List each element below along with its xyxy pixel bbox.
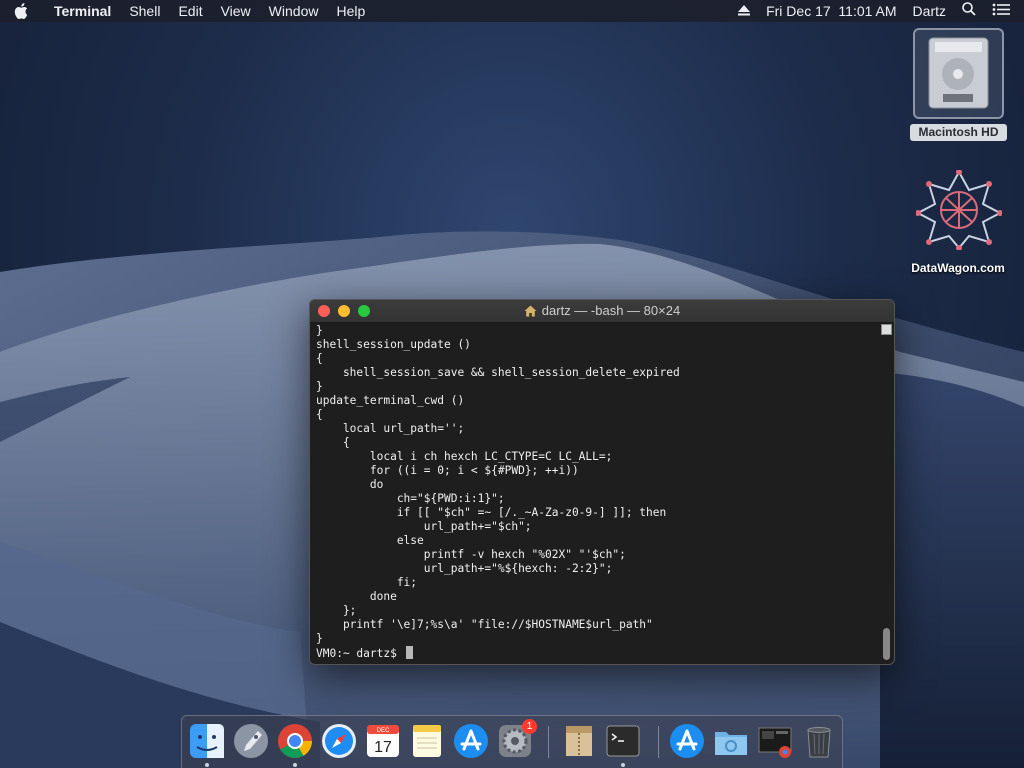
calendar-day: 17 [374, 739, 392, 756]
terminal-window: dartz — -bash — 80×24 } shell_session_upd… [309, 299, 895, 665]
finder-icon[interactable] [188, 722, 226, 760]
dock-separator [658, 726, 659, 758]
scrollbar-thumb[interactable] [883, 628, 890, 660]
scroll-marker[interactable] [881, 324, 892, 335]
terminal-line: } [316, 380, 323, 393]
terminal-line: do [316, 478, 384, 491]
running-indicator [205, 763, 209, 767]
menu-edit[interactable]: Edit [169, 0, 211, 22]
menu-view[interactable]: View [212, 0, 260, 22]
terminal-line: else [316, 534, 424, 547]
spotlight-search-icon[interactable] [954, 0, 984, 22]
terminal-line: for ((i = 0; i < ${#PWD}; ++i)) [316, 464, 579, 477]
minimize-button[interactable] [338, 305, 350, 317]
desktop-icon-label[interactable]: Macintosh HD [910, 124, 1007, 141]
menu-shell[interactable]: Shell [120, 0, 169, 22]
menu-user[interactable]: Dartz [905, 0, 954, 22]
terminal-line: if [[ "$ch" =~ [/._~A-Za-z0-9-] ]]; then [316, 506, 667, 519]
terminal-line: url_path+="%${hexch: -2:2}"; [316, 562, 613, 575]
calendar-month: DEC [377, 728, 390, 734]
terminal-line: local i ch hexch LC_CTYPE=C LC_ALL=; [316, 450, 613, 463]
app-store-icon[interactable] [452, 722, 490, 760]
terminal-line: printf '\e]7;%s\a' "file://$HOSTNAME$url… [316, 618, 653, 631]
terminal-prompt-line[interactable]: VM0:~ dartz$ [316, 646, 880, 660]
terminal-icon[interactable] [604, 722, 642, 760]
terminal-line: shell_session_update () [316, 338, 471, 351]
terminal-line: } [316, 632, 323, 645]
chrome-icon[interactable] [276, 722, 314, 760]
terminal-line: url_path+="$ch"; [316, 520, 532, 533]
folder-icon[interactable] [712, 722, 750, 760]
trash-icon[interactable] [800, 722, 838, 760]
menu-clock[interactable]: Fri Dec 17 11:01 AM [758, 0, 904, 22]
terminal-line: { [316, 352, 323, 365]
window-title: dartz — -bash — 80×24 [541, 303, 681, 318]
terminal-line: done [316, 590, 397, 603]
terminal-output[interactable]: } shell_session_update (){ shell_session_… [316, 324, 880, 662]
menu-bar: Terminal Shell Edit View Window Help Fri… [0, 0, 1024, 22]
close-button[interactable] [318, 305, 330, 317]
desktop-icon-label[interactable]: DataWagon.com [900, 261, 1016, 275]
calendar-icon[interactable]: DEC 17 [364, 722, 402, 760]
terminal-line: }; [316, 604, 357, 617]
home-icon [524, 305, 537, 317]
terminal-line: local url_path=''; [316, 422, 465, 435]
datawagon-icon[interactable] [916, 170, 1002, 250]
window-titlebar[interactable]: dartz — -bash — 80×24 [310, 300, 894, 323]
terminal-line: { [316, 408, 323, 421]
safari-icon[interactable] [320, 722, 358, 760]
scrollbar[interactable] [881, 324, 892, 662]
archive-utility-icon[interactable] [560, 722, 598, 760]
terminal-line: ch="${PWD:i:1}"; [316, 492, 505, 505]
notification-badge: 1 [522, 719, 537, 734]
eject-icon[interactable] [730, 0, 758, 22]
macintosh-hd-selection[interactable] [913, 28, 1004, 119]
running-indicator [293, 763, 297, 767]
terminal-line: update_terminal_cwd () [316, 394, 465, 407]
menu-app-terminal[interactable]: Terminal [52, 0, 120, 22]
running-indicator [621, 763, 625, 767]
dock: DEC 17 1 [181, 715, 843, 768]
launchpad-icon[interactable] [232, 722, 270, 760]
downloads-stack-icon[interactable] [668, 722, 706, 760]
screenshot-thumbnail-icon[interactable] [756, 722, 794, 760]
hard-drive-icon [928, 37, 989, 109]
text-cursor [405, 646, 413, 659]
notification-center-icon[interactable] [984, 0, 1024, 22]
terminal-line: shell_session_save && shell_session_dele… [316, 366, 680, 379]
terminal-line: } [316, 324, 323, 337]
zoom-button[interactable] [358, 305, 370, 317]
menu-help[interactable]: Help [327, 0, 374, 22]
notes-icon[interactable] [408, 722, 446, 760]
terminal-line: fi; [316, 576, 418, 589]
menu-window[interactable]: Window [260, 0, 328, 22]
terminal-line: { [316, 436, 350, 449]
apple-menu-icon[interactable] [14, 3, 34, 19]
dock-separator [548, 726, 549, 758]
shell-prompt: VM0:~ dartz$ [316, 647, 404, 660]
terminal-line: printf -v hexch "%02X" "'$ch"; [316, 548, 626, 561]
